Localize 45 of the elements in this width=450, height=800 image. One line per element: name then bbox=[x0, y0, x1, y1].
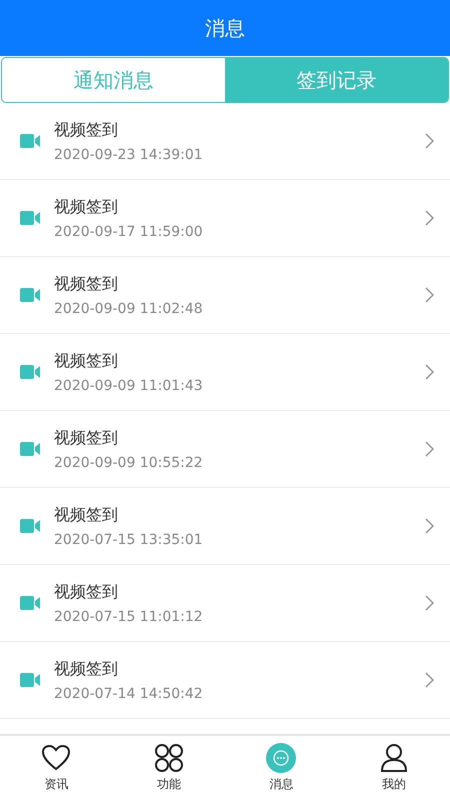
video-camera-icon bbox=[20, 211, 40, 225]
video-camera-icon bbox=[20, 288, 40, 302]
video-camera-icon bbox=[20, 134, 40, 148]
record-row[interactable]: 视频签到 2020-09-23 14:39:01 bbox=[0, 103, 450, 180]
record-title: 视频签到 bbox=[54, 274, 119, 294]
video-camera-icon bbox=[20, 519, 40, 533]
record-time: 2020-07-15 11:01:12 bbox=[54, 608, 204, 624]
record-row[interactable]: 视频签到 2020-09-09 10:55:22 bbox=[0, 411, 450, 488]
record-row[interactable]: 视频签到 2020-09-09 11:02:48 bbox=[0, 257, 450, 334]
record-time: 2020-09-09 11:01:43 bbox=[54, 378, 204, 394]
record-title: 视频签到 bbox=[54, 504, 119, 526]
record-title: 视频签到 bbox=[54, 658, 119, 680]
chevron-right-icon bbox=[425, 672, 434, 688]
record-row[interactable]: 视频签到 2020-07-15 11:01:12 bbox=[0, 565, 450, 642]
record-row[interactable]: 视频签到 2020-07-15 13:35:01 bbox=[0, 488, 450, 565]
chevron-right-icon bbox=[425, 441, 434, 457]
record-row[interactable]: 视频签到 2020-09-09 11:01:43 bbox=[0, 334, 450, 411]
nav-tab[interactable]: 资讯 bbox=[0, 736, 112, 800]
record-title: 视频签到 bbox=[54, 120, 119, 140]
video-camera-icon bbox=[20, 673, 40, 687]
chevron-right-icon bbox=[425, 364, 434, 380]
record-title: 视频签到 bbox=[54, 196, 119, 218]
nav-tab[interactable]: 功能 bbox=[112, 736, 225, 800]
chevron-right-icon bbox=[425, 595, 434, 611]
chevron-right-icon bbox=[425, 518, 434, 534]
record-title: 视频签到 bbox=[54, 350, 119, 372]
record-time: 2020-09-23 14:39:01 bbox=[54, 146, 204, 162]
record-title: 视频签到 bbox=[54, 582, 119, 602]
record-time: 2020-07-14 14:50:42 bbox=[54, 686, 204, 702]
page-title: 消息 bbox=[205, 14, 245, 42]
record-time: 2020-09-09 11:02:48 bbox=[54, 300, 204, 316]
record-row[interactable]: 视频签到 2020-07-14 14:50:42 bbox=[0, 642, 450, 719]
video-camera-icon bbox=[20, 596, 40, 610]
nav-tab[interactable]: 我的 bbox=[338, 736, 450, 800]
record-title: 视频签到 bbox=[54, 428, 119, 448]
nav-tab[interactable]: 消息 bbox=[225, 736, 338, 800]
chevron-right-icon bbox=[425, 210, 434, 226]
chevron-right-icon bbox=[425, 287, 434, 303]
record-time: 2020-07-15 13:35:01 bbox=[54, 532, 204, 548]
record-time: 2020-09-17 11:59:00 bbox=[54, 224, 204, 240]
video-camera-icon bbox=[20, 365, 40, 379]
record-time: 2020-09-09 10:55:22 bbox=[54, 454, 204, 470]
chevron-right-icon bbox=[425, 133, 434, 149]
video-camera-icon bbox=[20, 442, 40, 456]
record-row[interactable]: 视频签到 2020-09-17 11:59:00 bbox=[0, 180, 450, 257]
